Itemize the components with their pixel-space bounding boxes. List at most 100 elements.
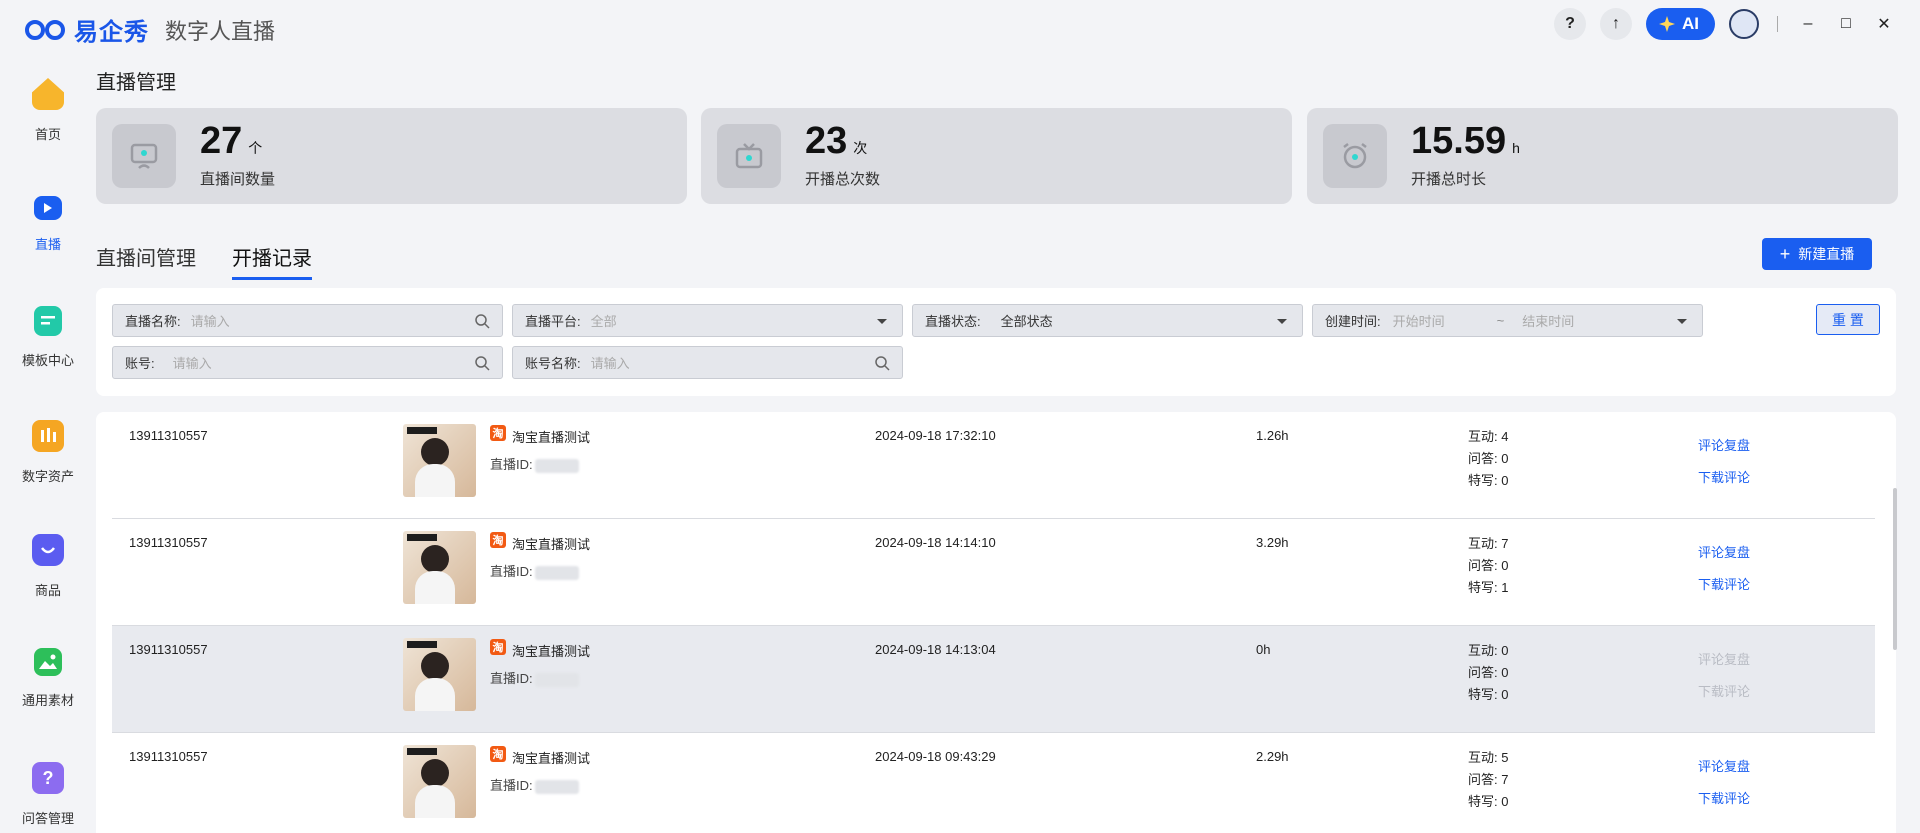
account-label: 账号: [125, 356, 155, 371]
new-live-button[interactable]: + 新建直播 [1762, 238, 1872, 270]
sidebar-item-label: 模板中心 [21, 353, 74, 368]
status-select[interactable]: 直播状态: 全部状态 [912, 304, 1303, 337]
live-cover-thumbnail [403, 745, 476, 818]
platform-label: 直播平台: [525, 314, 581, 329]
comment-review-link[interactable]: 评论复盘 [1698, 430, 1750, 462]
page-title: 直播管理 [96, 72, 176, 94]
live-id: 直播ID: [490, 454, 579, 473]
stat-unit: 个 [248, 140, 263, 156]
new-live-label: 新建直播 [1798, 246, 1855, 262]
records-table: 13911310557 淘 淘宝直播测试 直播ID: 2024-09-18 17… [96, 412, 1896, 833]
user-avatar[interactable] [1729, 9, 1759, 39]
live-name: 淘宝直播测试 [512, 537, 591, 552]
table-row: 13911310557 淘 淘宝直播测试 直播ID: 2024-09-18 17… [112, 412, 1875, 519]
start-time-cell: 2024-09-18 14:14:10 [875, 535, 996, 550]
live-id-label: 直播ID: [490, 778, 533, 793]
title-bar: 易企秀 数字人直播 ? ↑ AI – □ ✕ [0, 0, 1920, 50]
qa-count: 问答: 0 [1468, 558, 1509, 573]
tab-room-management[interactable]: 直播间管理 [96, 242, 196, 280]
comment-review-link[interactable]: 评论复盘 [1698, 751, 1750, 783]
account-cell: 13911310557 [129, 749, 208, 764]
maximize-button[interactable]: □ [1834, 15, 1858, 33]
plus-icon: + [1779, 243, 1791, 264]
live-cover-thumbnail [403, 424, 476, 497]
help-button[interactable]: ? [1554, 8, 1586, 40]
row-actions: 评论复盘 下载评论 [1698, 751, 1750, 815]
account-name-input[interactable]: 账号名称: 请输入 [512, 346, 903, 379]
app-logo: 易企秀 数字人直播 [24, 12, 275, 47]
image-icon [34, 648, 62, 676]
search-icon [875, 356, 890, 371]
taobao-icon: 淘 [490, 746, 506, 762]
download-comments-link: 下载评论 [1698, 684, 1751, 699]
minimize-button[interactable]: – [1796, 15, 1820, 33]
table-row: 13911310557 淘 淘宝直播测试 直播ID: 2024-09-18 14… [112, 626, 1875, 733]
ai-label: AI [1682, 14, 1699, 33]
start-time-cell: 2024-09-18 14:13:04 [875, 642, 996, 657]
start-time-cell: 2024-09-18 09:43:29 [875, 749, 996, 764]
home-icon [32, 78, 64, 110]
table-scrollbar[interactable] [1893, 488, 1897, 650]
platform-value: 全部 [590, 314, 617, 329]
platform-select[interactable]: 直播平台: 全部 [512, 304, 903, 337]
stat-value: 27 [200, 120, 243, 162]
table-row: 13911310557 淘 淘宝直播测试 直播ID: 2024-09-18 14… [112, 519, 1875, 626]
closeup-count: 特写: 0 [1468, 794, 1509, 809]
taobao-icon: 淘 [490, 532, 506, 548]
asset-icon [32, 420, 64, 452]
sidebar-item-label: 直播 [34, 237, 61, 252]
interaction-stats: 互动: 5 问答: 7 特写: 0 [1468, 747, 1508, 813]
closeup-count: 特写: 1 [1468, 580, 1509, 595]
caret-down-icon [1677, 319, 1687, 324]
interact-count: 互动: 5 [1468, 750, 1509, 765]
start-time-input[interactable]: 开始时间 [1393, 311, 1445, 330]
comment-review-link[interactable]: 评论复盘 [1698, 537, 1750, 569]
qa-count: 问答: 7 [1468, 772, 1509, 787]
close-button[interactable]: ✕ [1872, 14, 1896, 34]
sidebar-item-products[interactable]: 商品 [0, 518, 96, 608]
live-id: 直播ID: [490, 775, 579, 794]
interact-count: 互动: 7 [1468, 536, 1509, 551]
duration-cell: 2.29h [1256, 749, 1289, 764]
row-actions: 评论复盘 下载评论 [1698, 537, 1750, 601]
download-comments-link[interactable]: 下载评论 [1698, 569, 1750, 601]
closeup-count: 特写: 0 [1468, 687, 1509, 702]
sidebar-item-qa[interactable]: ? 问答管理 [0, 746, 96, 833]
upload-button[interactable]: ↑ [1600, 8, 1632, 40]
sidebar-item-materials[interactable]: 通用素材 [0, 632, 96, 722]
stat-value: 15.59 [1411, 120, 1507, 162]
account-input[interactable]: 账号: 请输入 [112, 346, 503, 379]
taobao-icon: 淘 [490, 639, 506, 655]
row-actions: 评论复盘 下载评论 [1698, 644, 1750, 708]
stat-card-duration: 15.59 h 开播总时长 [1307, 108, 1898, 204]
download-comments-link[interactable]: 下载评论 [1698, 783, 1750, 815]
sparkle-icon [1659, 16, 1675, 32]
account-placeholder: 请输入 [172, 356, 212, 371]
stat-label: 直播间数量 [200, 171, 276, 188]
sidebar-item-home[interactable]: 首页 [0, 62, 96, 152]
live-id-label: 直播ID: [490, 564, 533, 579]
room-name-input[interactable]: 直播名称: 请输入 [112, 304, 503, 337]
tab-broadcast-records[interactable]: 开播记录 [232, 242, 312, 280]
sidebar-item-live[interactable]: 直播 [0, 176, 96, 266]
live-id: 直播ID: [490, 668, 579, 687]
reset-button[interactable]: 重 置 [1816, 304, 1880, 335]
created-time-range[interactable]: 创建时间: 开始时间 ~ 结束时间 [1312, 304, 1703, 337]
live-id-label: 直播ID: [490, 671, 533, 686]
end-time-input[interactable]: 结束时间 [1522, 311, 1574, 330]
search-icon [475, 356, 490, 371]
caret-down-icon [1277, 319, 1287, 324]
live-name: 淘宝直播测试 [512, 644, 591, 659]
app-brand: 易企秀 [74, 19, 149, 46]
live-id: 直播ID: [490, 561, 579, 580]
ai-button[interactable]: AI [1646, 8, 1715, 40]
template-icon [34, 306, 62, 336]
stat-label: 开播总时长 [1411, 171, 1487, 188]
duration-cell: 3.29h [1256, 535, 1289, 550]
account-cell: 13911310557 [129, 428, 208, 443]
live-name: 淘宝直播测试 [512, 751, 591, 766]
sidebar-item-assets[interactable]: 数字资产 [0, 404, 96, 494]
interaction-stats: 互动: 7 问答: 0 特写: 1 [1468, 533, 1508, 599]
download-comments-link[interactable]: 下载评论 [1698, 462, 1750, 494]
sidebar-item-template[interactable]: 模板中心 [0, 290, 96, 380]
